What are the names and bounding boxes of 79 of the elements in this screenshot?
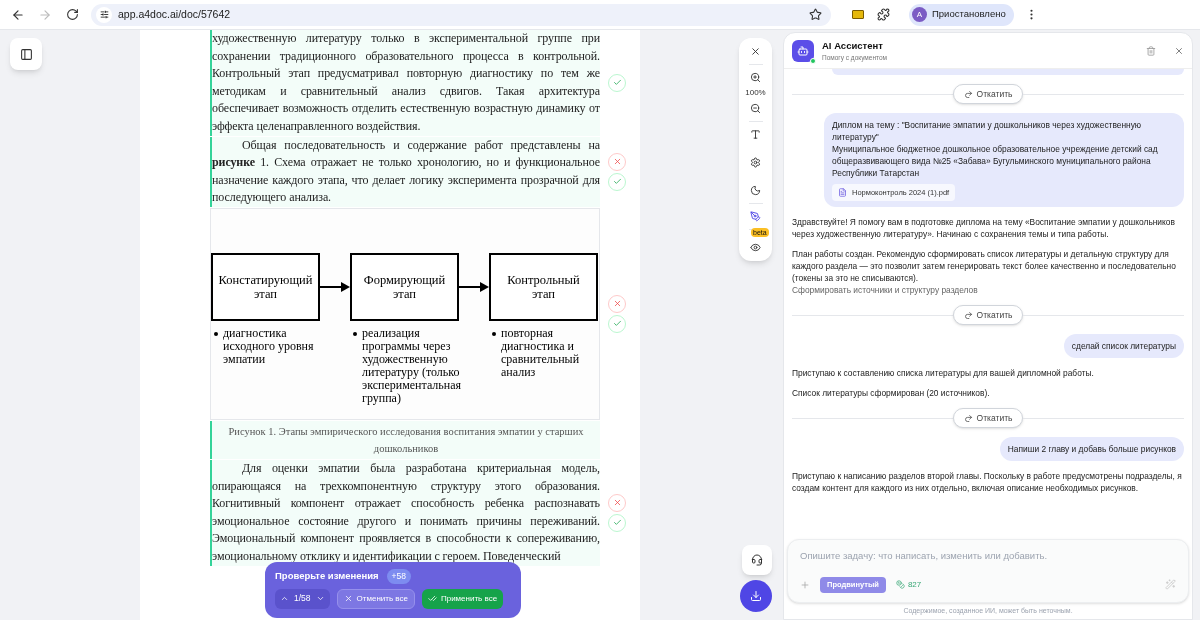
assistant-message: Здравствуйте! Я помогу вам в подготовке диплома на тему «Воспитание эмпатии у дошкольников через художественную литературу». Начинаю с сохранения темы и типа работы. bbox=[792, 216, 1176, 241]
reject-all-button[interactable]: Отменить все bbox=[336, 588, 415, 609]
delete-icon[interactable] bbox=[1146, 45, 1156, 56]
bookmark-star-icon[interactable] bbox=[809, 8, 822, 21]
bullet-icon bbox=[492, 331, 496, 336]
stage-description: диагностика исходного уровня эмпатии bbox=[223, 326, 315, 366]
download-button[interactable] bbox=[740, 580, 772, 612]
double-check-icon bbox=[427, 594, 437, 604]
paragraph: Для оценки эмпатии была разработана критериальная модель, опирающаяся на трехкомпонентную структуру этого образования. Когнитивный компонент отражает способность ребенка распознавать эмоциональное состояние другого и понимать причины переживаний. Эмоциональный компонент проявляется в способности к сопереживанию, эмоциональному отклику и идентификации с героем. Поведенческий bbox=[210, 459, 600, 566]
close-icon bbox=[612, 498, 622, 508]
stage-box: Контрольный этап bbox=[489, 252, 598, 321]
stage-box: Констатирующий этап bbox=[211, 252, 320, 321]
bullet-icon bbox=[353, 331, 357, 336]
check-icon bbox=[612, 319, 622, 329]
figure-caption: Рисунок 1. Этапы эмпирического исследования воспитания эмпатии у старших дошкольников bbox=[210, 420, 600, 459]
check-icon bbox=[612, 78, 622, 88]
assistant-message: Приступаю к составлению списка литературы для вашей дипломной работы. bbox=[792, 367, 1095, 380]
check-icon bbox=[612, 177, 622, 187]
font-size-icon[interactable] bbox=[750, 129, 761, 140]
preview-icon[interactable] bbox=[750, 242, 761, 253]
zoom-in-icon[interactable] bbox=[750, 72, 761, 83]
sidebar-toggle-button[interactable] bbox=[10, 38, 42, 70]
close-icon bbox=[612, 299, 622, 309]
extension-icon[interactable] bbox=[852, 10, 864, 19]
dark-mode-icon[interactable] bbox=[750, 185, 761, 196]
settings-icon[interactable] bbox=[750, 157, 761, 168]
message-text: сделай список литературы bbox=[1071, 340, 1176, 353]
address-bar[interactable]: app.a4doc.ai/doc/57642 bbox=[91, 3, 831, 26]
check-icon bbox=[612, 518, 622, 528]
profile-avatar: А bbox=[912, 7, 927, 22]
zoom-out-icon[interactable] bbox=[750, 103, 761, 114]
rollback-button[interactable]: Откатить bbox=[952, 84, 1024, 104]
profile-status: Приостановлено bbox=[932, 7, 1006, 22]
pen-icon[interactable] bbox=[750, 211, 761, 222]
zoom-level: 100% bbox=[745, 87, 766, 99]
close-icon bbox=[612, 157, 622, 167]
message-text: Напиши 2 главу и добавь больше рисунков bbox=[1007, 443, 1176, 456]
arrow-icon bbox=[320, 281, 350, 292]
rollback-button[interactable]: Откатить bbox=[952, 305, 1024, 326]
assistant-message: Список литературы сформирован (20 источников). bbox=[792, 387, 991, 400]
rollback-button[interactable]: Откатить bbox=[952, 408, 1024, 429]
assistant-title: AI Ассистент bbox=[822, 38, 884, 53]
assistant-message: Приступаю к написанию разделов второй главы. Поскольку в работе предусмотрены подразделы, я создам контент для каждого из них отдельно, включая описание необходимых рисунков. bbox=[792, 470, 1183, 495]
download-icon bbox=[750, 590, 762, 602]
profile-button[interactable]: А Приостановлено bbox=[909, 3, 1014, 26]
reject-change-button[interactable] bbox=[608, 152, 626, 171]
headset-icon bbox=[751, 554, 763, 566]
robot-icon bbox=[797, 44, 809, 57]
token-count: 827 bbox=[895, 578, 922, 591]
reject-change-button[interactable] bbox=[608, 493, 626, 512]
arrow-icon bbox=[459, 281, 489, 292]
close-icon bbox=[343, 594, 353, 604]
stage-description: повторная диагностика и сравнительный анализ bbox=[501, 326, 581, 379]
suggestion-link[interactable]: Сформировать источники и структуру разделов bbox=[792, 284, 978, 297]
change-position: 1/58 bbox=[294, 592, 311, 606]
review-title: Проверьте изменения bbox=[275, 569, 379, 584]
prompt-placeholder: Опишите задачу: что написать, изменить или добавить. bbox=[800, 548, 1049, 563]
site-settings-icon[interactable] bbox=[96, 6, 112, 23]
reload-icon bbox=[65, 8, 79, 21]
redo-icon bbox=[963, 310, 973, 320]
paragraph: Общая последовательность и содержание работ представлены на рисунке 1. Схема отражает не только хронологию, но и функциональное назначение каждого этапа, что делает логику эксперимента прозрачной для последующего анализа. bbox=[210, 136, 600, 207]
message-text: Муниципальное бюджетное дошкольное образовательное учреждение детский сад общеразвивающего вида №25 «Забава» Бугульминского муниципального района Республики Татарстан bbox=[832, 143, 1159, 179]
coins-icon bbox=[895, 580, 905, 589]
support-button[interactable] bbox=[742, 545, 772, 575]
changes-count-badge: +58 bbox=[386, 569, 412, 584]
redo-icon bbox=[963, 89, 973, 99]
close-icon[interactable] bbox=[750, 46, 761, 57]
file-icon bbox=[838, 188, 847, 198]
stage-description: реализация программы через художественную литературу (только экспериментальная группа) bbox=[362, 326, 462, 405]
extensions-icon[interactable] bbox=[877, 8, 890, 21]
message-text: Диплом на тему : "Воспитание эмпатии у дошкольников через художественную литературу" bbox=[832, 119, 1143, 143]
reject-change-button[interactable] bbox=[608, 294, 626, 313]
assistant-message: План работы создан. Рекомендую сформировать список литературы и детальную структуру для каждого раздела — это позволит затем генерировать текст более качественно и последовательно (токены за это не списываются). bbox=[792, 248, 1177, 285]
paragraph: художественную литературу только в экспериментальной группе при сохранении традиционного образовательного процесса в контрольной. Контрольный этап предусматривал повторную диагностику по тем же методикам и сравнительный анализ сдвигов. Такая архитектура обеспечивает возможность отделить естественную возрастную динамику от эффекта целенаправленного воздействия. bbox=[210, 30, 600, 136]
redo-icon bbox=[963, 413, 973, 423]
sidebar-icon bbox=[19, 47, 33, 61]
stage-box: Формирующий этап bbox=[350, 252, 459, 321]
bullet-icon bbox=[214, 331, 218, 336]
url-text: app.a4doc.ai/doc/57642 bbox=[118, 6, 231, 22]
